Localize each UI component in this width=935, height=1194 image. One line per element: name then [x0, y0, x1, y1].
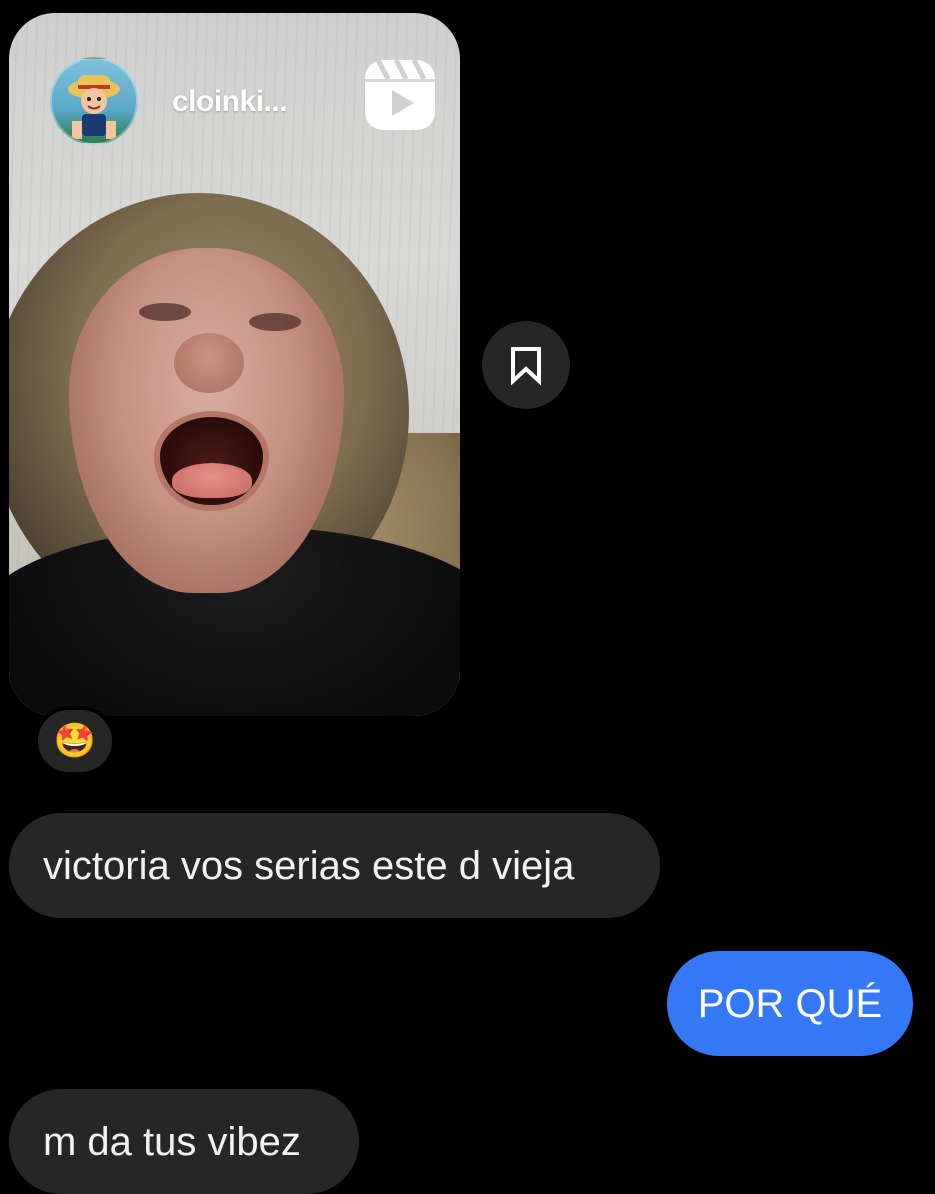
- shared-reel-card[interactable]: cloinki...: [9, 13, 460, 716]
- message-reaction[interactable]: 🤩: [34, 706, 116, 776]
- reel-thumbnail-nose: [174, 333, 244, 393]
- message-text: m da tus vibez: [43, 1119, 301, 1164]
- star-struck-emoji-icon: 🤩: [53, 722, 97, 760]
- message-text: victoria vos serias este d vieja: [43, 843, 575, 888]
- sent-message-bubble[interactable]: POR QUÉ: [667, 951, 913, 1056]
- reel-thumbnail-tongue: [172, 463, 252, 498]
- save-reel-button[interactable]: [482, 321, 570, 409]
- avatar-character-icon: [68, 75, 120, 139]
- received-message-bubble[interactable]: m da tus vibez: [9, 1089, 359, 1194]
- reel-author-avatar[interactable]: [50, 57, 138, 145]
- reels-icon: [362, 57, 438, 133]
- reel-author-username[interactable]: cloinki...: [172, 85, 288, 119]
- received-message-bubble[interactable]: victoria vos serias este d vieja: [9, 813, 660, 918]
- reel-thumbnail-eye-right: [249, 313, 301, 331]
- bookmark-icon: [511, 347, 541, 385]
- reel-thumbnail-eye-left: [139, 303, 191, 321]
- message-text: POR QUÉ: [697, 981, 883, 1026]
